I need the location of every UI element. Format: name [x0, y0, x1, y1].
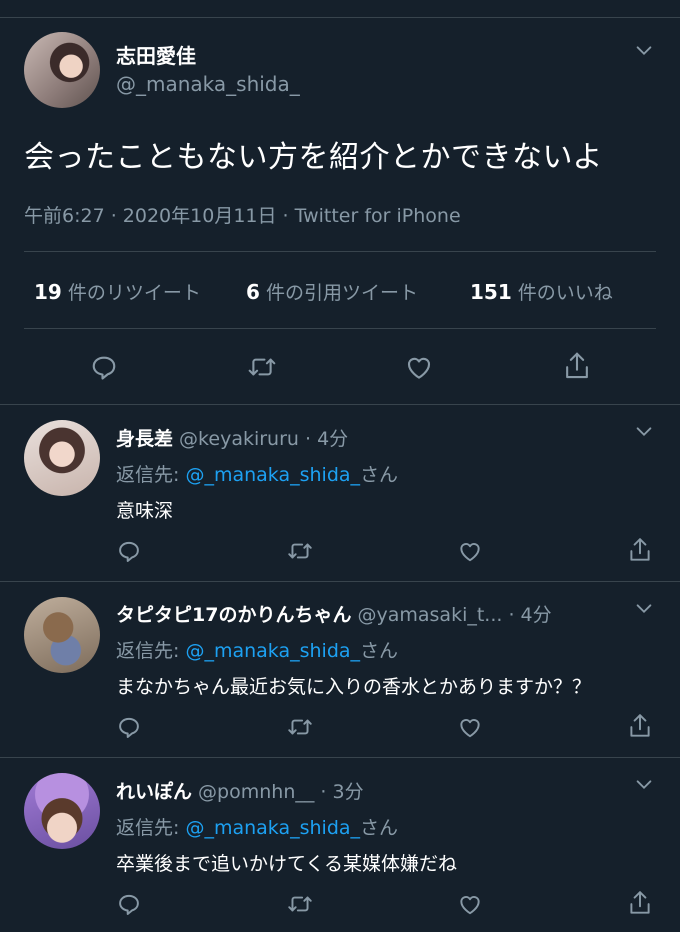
like-icon[interactable] [457, 538, 483, 564]
divider [0, 581, 680, 582]
share-icon[interactable] [562, 350, 592, 382]
reply-to: 返信先: @_manaka_shida_さん [116, 817, 399, 839]
retweet-icon[interactable] [246, 352, 278, 382]
reply-mention-link[interactable]: @_manaka_shida_ [185, 817, 360, 839]
tweet-text: 会ったこともない方を紹介とかできないよ [24, 140, 603, 175]
retweet-icon[interactable] [286, 714, 314, 740]
reply-text: まなかちゃん最近お気に入りの香水とかありますか？？ [116, 676, 592, 698]
reply-handle-time: @yamasaki_t... · 4分 [351, 604, 552, 626]
reply-author-name[interactable]: タピタピ17のかりんちゃん [116, 604, 351, 626]
share-icon[interactable] [627, 712, 653, 740]
chevron-down-icon[interactable] [633, 598, 655, 620]
avatar[interactable] [24, 597, 100, 673]
avatar[interactable] [24, 420, 100, 496]
share-icon[interactable] [627, 536, 653, 564]
retweets-stat[interactable]: 19 件のリツイート [34, 278, 201, 305]
reply-to: 返信先: @_manaka_shida_さん [116, 640, 399, 662]
avatar[interactable] [24, 32, 100, 108]
reply-icon[interactable] [116, 891, 142, 917]
tweet-meta: 午前6:27 · 2020年10月11日 · Twitter for iPhon… [24, 205, 461, 227]
divider [24, 251, 656, 252]
reply-author-name[interactable]: れいぽん [116, 781, 192, 803]
reply-icon[interactable] [89, 352, 119, 382]
reply-mention-link[interactable]: @_manaka_shida_ [185, 464, 360, 486]
reply-mention-link[interactable]: @_manaka_shida_ [185, 640, 360, 662]
like-icon[interactable] [457, 714, 483, 740]
divider [0, 404, 680, 405]
author-name[interactable]: 志田愛佳 [116, 40, 196, 69]
likes-stat[interactable]: 151 件のいいね [470, 278, 613, 305]
divider [0, 757, 680, 758]
top-divider [0, 17, 680, 18]
reply-text: 意味深 [116, 500, 174, 522]
reply-to: 返信先: @_manaka_shida_さん [116, 464, 399, 486]
reply-header: タピタピ17のかりんちゃん @yamasaki_t... · 4分 [116, 600, 552, 627]
reply-handle-time: @keyakiruru · 4分 [173, 428, 349, 450]
chevron-down-icon[interactable] [633, 421, 655, 443]
reply-icon[interactable] [116, 538, 142, 564]
quotes-stat[interactable]: 6 件の引用ツイート [246, 278, 418, 305]
reply-header: 身長差 @keyakiruru · 4分 [116, 424, 348, 451]
share-icon[interactable] [627, 889, 653, 917]
chevron-down-icon[interactable] [633, 40, 655, 62]
reply-handle-time: @pomnhn__ · 3分 [192, 781, 364, 803]
author-handle[interactable]: @_manaka_shida_ [116, 72, 300, 96]
divider [24, 328, 656, 329]
chevron-down-icon[interactable] [633, 774, 655, 796]
reply-icon[interactable] [116, 714, 142, 740]
reply-text: 卒業後まで追いかけてくる某媒体嫌だね [116, 853, 458, 875]
like-icon[interactable] [457, 891, 483, 917]
like-icon[interactable] [404, 352, 434, 382]
avatar[interactable] [24, 773, 100, 849]
reply-header: れいぽん @pomnhn__ · 3分 [116, 777, 364, 804]
retweet-icon[interactable] [286, 538, 314, 564]
reply-author-name[interactable]: 身長差 [116, 428, 173, 450]
retweet-icon[interactable] [286, 891, 314, 917]
